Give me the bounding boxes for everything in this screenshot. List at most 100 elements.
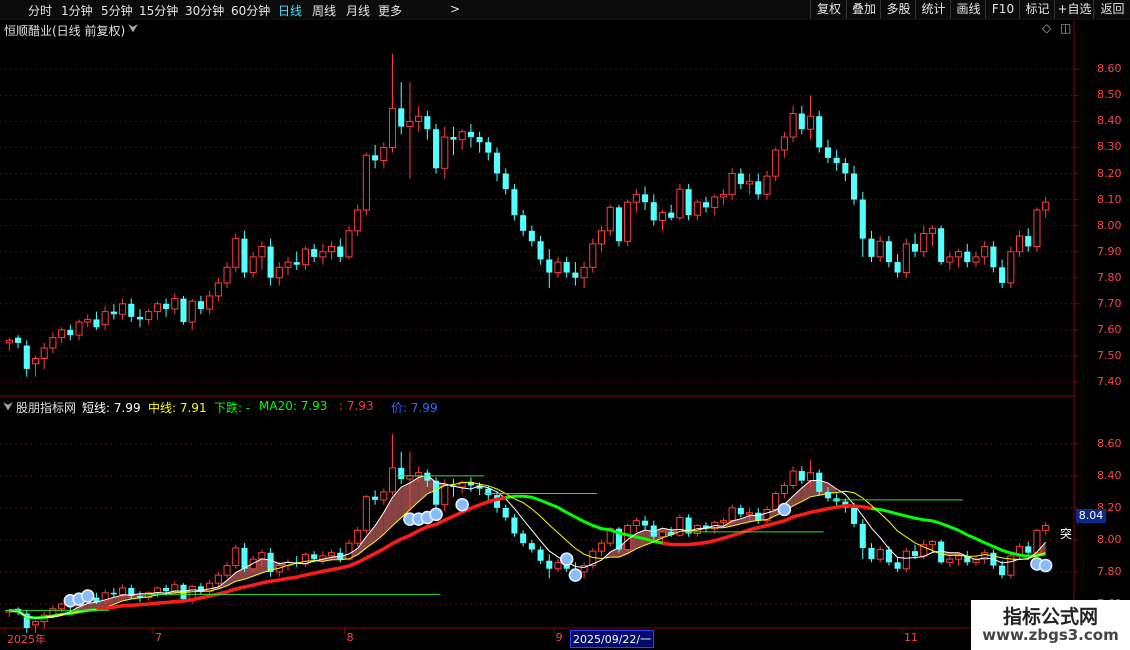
sub-candle-39	[345, 542, 353, 560]
main-candle-45	[398, 108, 405, 127]
main-candle-33	[293, 262, 300, 265]
main-candle-38	[337, 246, 344, 257]
main-candle-30	[267, 246, 274, 278]
main-tick-label-12: 7.40	[1097, 374, 1122, 388]
main-tick-label-6: 8.00	[1097, 218, 1122, 232]
main-candle-23	[206, 295, 214, 310]
main-candle-54	[476, 137, 483, 143]
sub-candle-106	[928, 541, 936, 546]
cursor-date-box: 2025/09/22/一	[570, 630, 655, 648]
sub-candle-91	[798, 471, 805, 481]
main-candle-1	[15, 337, 22, 343]
main-candle-13	[119, 303, 127, 315]
main-candle-90	[789, 113, 797, 138]
main-candle-51	[450, 137, 457, 140]
main-candle-82	[719, 193, 727, 198]
main-candle-116	[1015, 235, 1024, 253]
main-candle-19	[171, 298, 179, 310]
main-tick-label-0: 8.60	[1097, 62, 1122, 76]
main-candle-70	[615, 207, 622, 242]
main-candle-10	[93, 319, 100, 328]
sub-candle-92	[806, 472, 815, 482]
main-candle-56	[493, 152, 501, 174]
main-tick-label-11: 7.50	[1097, 348, 1122, 362]
sub-candle-44	[388, 467, 397, 493]
sub-candle-93	[816, 472, 823, 492]
main-candle-6	[58, 329, 66, 339]
main-candle-35	[311, 249, 318, 257]
watermark-logo: 指标公式网 www.zbgs3.com	[971, 600, 1130, 650]
main-candle-46	[406, 120, 414, 128]
main-candle-11	[101, 311, 109, 326]
sub-candle-109	[955, 555, 963, 560]
sub-candle-6	[58, 603, 66, 610]
sub-candle-103	[902, 550, 910, 570]
main-tick-label-9: 7.70	[1097, 296, 1122, 310]
main-candle-57	[502, 173, 509, 190]
main-candle-27	[241, 238, 248, 273]
sub-candle-27	[241, 547, 248, 569]
watermark-title: 指标公式网	[1002, 606, 1098, 628]
sub-candle-102	[894, 562, 901, 569]
main-tick-label-1: 8.50	[1097, 88, 1122, 102]
main-candle-2	[23, 345, 30, 369]
sub-candle-75	[658, 531, 667, 538]
main-candle-104	[911, 243, 919, 252]
main-candle-73	[642, 194, 649, 203]
main-candle-119	[1042, 201, 1050, 211]
sub-candle-84	[737, 507, 744, 515]
sub-candle-21	[188, 585, 196, 600]
main-candle-114	[999, 267, 1006, 283]
main-candle-52	[458, 131, 466, 141]
sub-candle-98	[859, 523, 866, 548]
main-candle-62	[546, 259, 553, 273]
sub-candle-119	[1042, 525, 1050, 531]
main-candle-97	[851, 173, 858, 200]
main-candle-21	[188, 300, 196, 323]
main-candle-29	[258, 245, 266, 258]
main-candle-26	[232, 238, 240, 268]
main-candle-64	[563, 262, 570, 273]
kline-chart[interactable]	[0, 0, 1130, 650]
main-tick-label-7: 7.90	[1097, 244, 1122, 258]
main-candle-105	[920, 232, 928, 253]
sub-candle-68	[597, 542, 606, 552]
main-candle-112	[981, 245, 989, 258]
sub-candle-85	[746, 512, 754, 515]
sub-candle-13	[119, 587, 127, 595]
main-candle-69	[606, 206, 614, 232]
main-candle-58	[511, 189, 518, 216]
sub-candle-86	[755, 512, 762, 521]
main-candle-60	[528, 230, 535, 242]
main-candle-34	[301, 248, 309, 266]
main-candle-98	[859, 199, 866, 239]
signal-bubble-12	[1038, 558, 1053, 573]
main-candle-59	[520, 215, 527, 231]
main-candle-111	[972, 256, 980, 263]
sub-tick-label-0: 8.60	[1097, 436, 1122, 450]
sub-tick-label-1: 8.40	[1097, 468, 1122, 482]
main-candle-66	[580, 266, 588, 279]
main-candle-43	[380, 146, 388, 161]
main-tick-label-3: 8.30	[1097, 140, 1122, 154]
time-label-4: 11	[903, 631, 918, 644]
main-candle-12	[110, 311, 117, 315]
main-candle-92	[806, 115, 815, 130]
main-candle-7	[67, 329, 74, 336]
main-candle-25	[223, 266, 231, 284]
main-candle-3	[31, 358, 40, 365]
sub-candle-40	[354, 529, 362, 544]
main-candle-37	[328, 245, 336, 253]
main-candle-15	[136, 316, 144, 320]
main-candle-41	[362, 154, 370, 211]
main-candle-50	[441, 136, 449, 169]
main-candle-65	[572, 272, 579, 278]
main-candle-47	[415, 115, 423, 122]
sub-candle-117	[1025, 546, 1032, 553]
main-candle-9	[84, 318, 92, 323]
time-label-2: 8	[346, 631, 354, 644]
main-candle-77	[676, 188, 684, 219]
main-candle-86	[755, 181, 762, 195]
sub-candle-72	[632, 520, 640, 527]
main-candle-42	[372, 155, 379, 161]
